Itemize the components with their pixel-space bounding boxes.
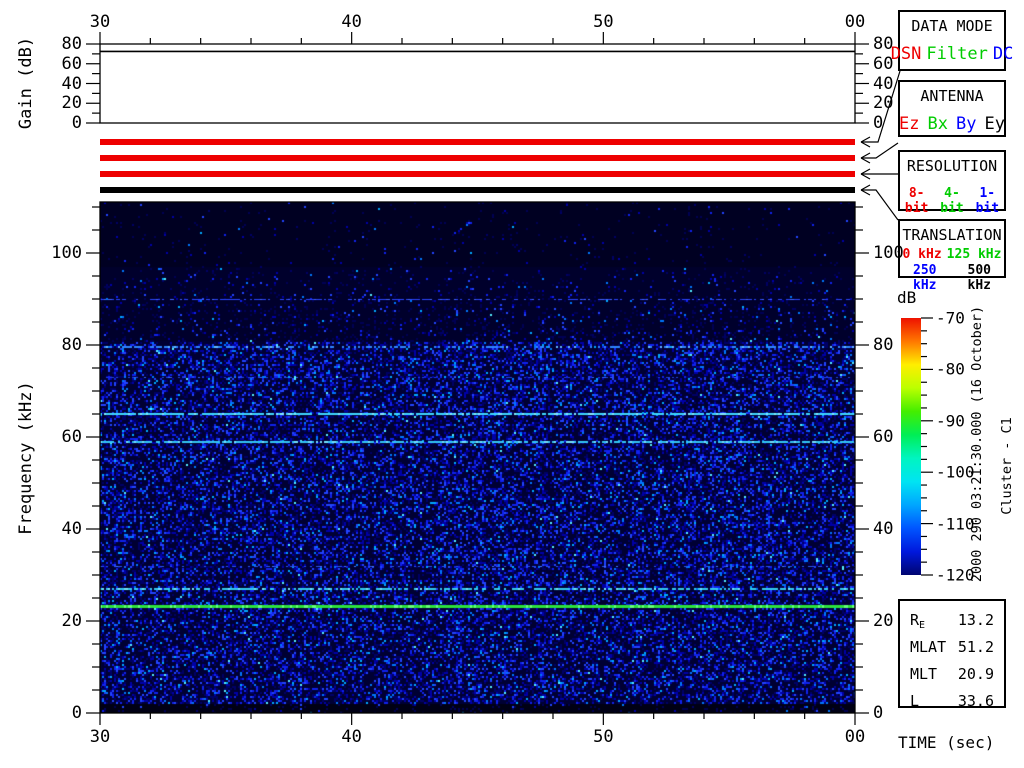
translation-panel: TRANSLATION 0 kHz 125 kHz 250 kHz 500 kH… (898, 219, 1006, 293)
tick-label: 0 (71, 113, 82, 133)
tick-label: 20 (873, 93, 894, 114)
tick-label: -110 (936, 514, 975, 534)
tick-label: 40 (873, 519, 894, 539)
translation-option-125khz: 125 kHz (946, 247, 1002, 262)
ephemeris-row-l: L 33.6 (910, 692, 994, 710)
ephemeris-row-re: RE 13.2 (910, 611, 994, 631)
gain-axis-title: Gain (dB) (16, 36, 36, 130)
tick-label: 20 (61, 93, 82, 114)
ephemeris-value-re: 13.2 (957, 611, 994, 629)
tick-label: 20 (61, 611, 82, 631)
indicator-bar-data-mode (100, 139, 855, 145)
translation-title: TRANSLATION (902, 226, 1002, 244)
tick-label: -100 (936, 462, 975, 482)
antenna-title: ANTENNA (920, 87, 984, 105)
tick-label: 40 (61, 519, 82, 539)
antenna-panel: ANTENNA Ez Bx By Ey (898, 80, 1006, 137)
tick-label: 60 (873, 427, 894, 447)
ephemeris-row-mlt: MLT 20.9 (910, 665, 994, 683)
resolution-option-1bit: 1-bit (975, 186, 1000, 216)
data-mode-option-dsn: DSN (890, 44, 922, 64)
ephemeris-value-l: 33.6 (957, 692, 994, 710)
data-mode-option-dc: DC (992, 44, 1014, 64)
tick-label: 40 (341, 727, 362, 747)
antenna-option-ez: Ez (899, 114, 920, 134)
ephemeris-value-mlt: 20.9 (957, 665, 994, 683)
time-axis-title: TIME (sec) (898, 733, 995, 752)
tick-label: 80 (873, 335, 894, 355)
tick-label: 0 (873, 703, 884, 723)
tick-label: -80 (936, 359, 965, 379)
tick-label: 30 (89, 12, 111, 32)
ephemeris-panel: RE 13.2 MLAT 51.2 MLT 20.9 L 33.6 (898, 599, 1006, 710)
tick-label: 60 (61, 53, 82, 74)
frequency-axis-title: Frequency (kHz) (16, 381, 36, 535)
data-mode-title: DATA MODE (911, 17, 993, 35)
wbd-plot-page: Gain (dB) Frequency (kHz) TIME (sec) DAT… (0, 0, 1024, 768)
antenna-option-by: By (956, 114, 977, 134)
ephemeris-value-mlat: 51.2 (957, 638, 994, 656)
tick-label: 20 (873, 611, 894, 631)
resolution-title: RESOLUTION (906, 157, 998, 175)
tick-label: 60 (873, 53, 894, 74)
tick-label: -90 (936, 411, 965, 431)
tick-label: 40 (61, 73, 82, 94)
translation-option-500khz: 500 kHz (967, 263, 991, 293)
tick-label: 40 (873, 73, 894, 94)
ephemeris-row-mlat: MLAT 51.2 (910, 638, 994, 656)
tick-label: 50 (593, 727, 614, 747)
tick-label: -120 (936, 565, 975, 585)
tick-label: 100 (873, 243, 904, 263)
indicator-bar-antenna (100, 155, 855, 161)
timestamp-vertical-text: 2000 290 03:21:30.000 (16 October) (969, 305, 985, 583)
tick-label: 0 (71, 703, 82, 723)
resolution-option-8bit: 8-bit (904, 186, 929, 216)
antenna-option-bx: Bx (927, 114, 948, 134)
resolution-panel: RESOLUTION 8-bit 4-bit 1-bit (898, 150, 1006, 216)
tick-label: 80 (61, 34, 82, 54)
indicator-bar-resolution (100, 171, 855, 177)
antenna-option-ey: Ey (984, 114, 1005, 134)
tick-label: 00 (844, 727, 866, 747)
tick-label: 40 (341, 12, 362, 32)
tick-label: 100 (51, 243, 82, 263)
translation-option-0khz: 0 kHz (902, 247, 942, 262)
resolution-option-4bit: 4-bit (940, 186, 964, 216)
indicator-bar-translation (100, 187, 855, 193)
tick-label: -70 (936, 308, 965, 328)
tick-label: 00 (844, 12, 866, 32)
gain-plot-frame (99, 43, 856, 124)
colorbar (901, 318, 921, 575)
tick-label: 30 (89, 727, 111, 747)
data-mode-panel: DATA MODE DSN Filter DC (891, 10, 1013, 71)
tick-label: 60 (61, 427, 82, 447)
tick-label: 0 (873, 113, 884, 133)
tick-label: 80 (61, 335, 82, 355)
tick-label: 50 (593, 12, 614, 32)
spacecraft-vertical-text: Cluster - C1 (999, 417, 1015, 515)
colorbar-unit-label: dB (897, 288, 917, 307)
data-mode-option-filter: Filter (926, 44, 988, 64)
tick-label: 80 (873, 34, 894, 54)
spectrogram-canvas (100, 202, 855, 713)
